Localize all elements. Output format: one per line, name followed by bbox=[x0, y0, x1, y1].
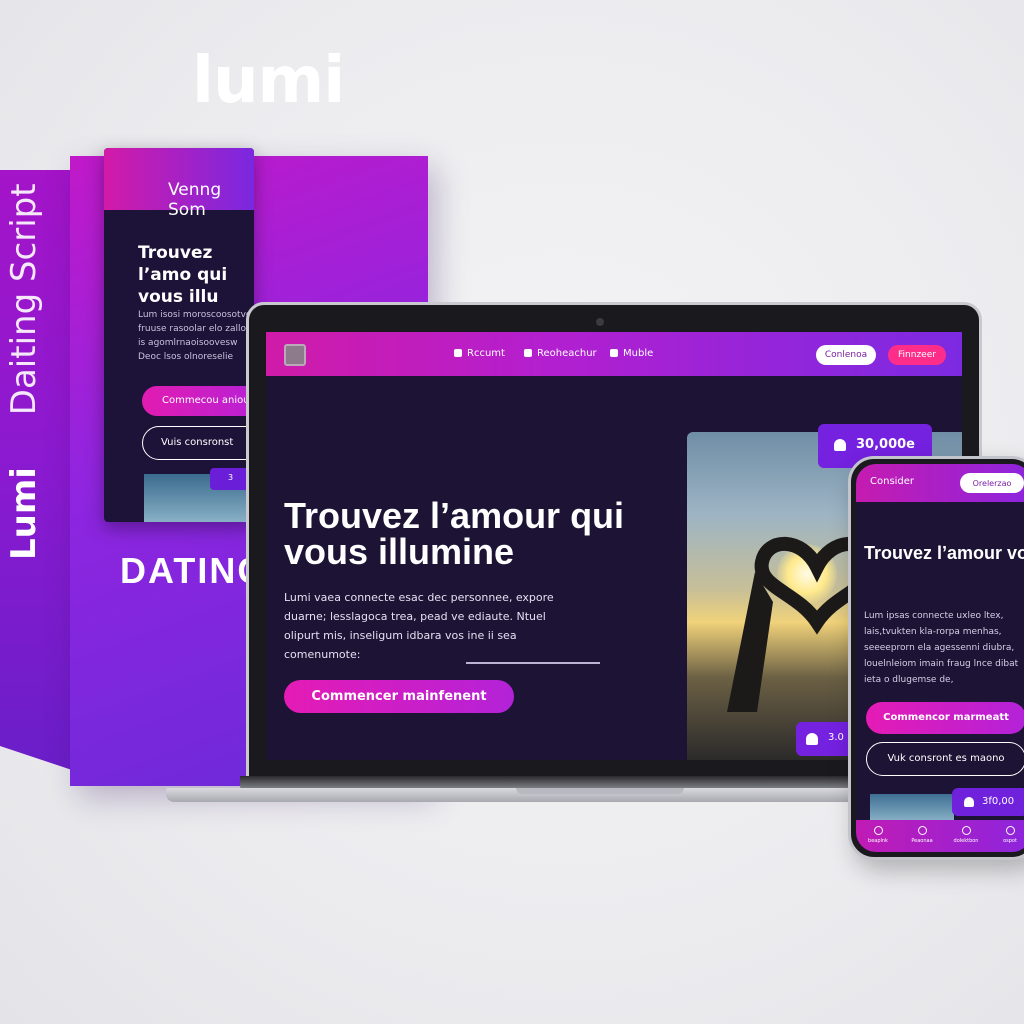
divider bbox=[466, 662, 600, 664]
tab-explore[interactable]: beaplnk bbox=[856, 826, 900, 844]
phone-tab-bar: beaplnk Peaonaa dolektbon ospot bbox=[856, 820, 1024, 852]
nav-item-search[interactable]: Reoheachur bbox=[524, 348, 597, 359]
chat-icon bbox=[454, 349, 462, 357]
user-icon bbox=[806, 733, 818, 745]
laptop-camera bbox=[596, 318, 604, 326]
profile-icon bbox=[1005, 826, 1015, 835]
box-screen-cta-secondary: Vuis consronst bbox=[142, 426, 254, 460]
mail-icon bbox=[610, 349, 618, 357]
chat-icon bbox=[961, 826, 971, 835]
nav-item-mobile[interactable]: Muble bbox=[610, 348, 653, 359]
box-logo: lumi bbox=[192, 44, 345, 118]
phone-header-label: Consider bbox=[870, 476, 915, 487]
site-logo-icon[interactable] bbox=[284, 344, 306, 366]
laptop-base bbox=[166, 788, 866, 802]
nav-item-account[interactable]: Rccumt bbox=[454, 348, 505, 359]
box-screen-title: Trouvez l’amo qui vous illu bbox=[138, 243, 228, 307]
box-screen-header: Venng Som bbox=[104, 148, 254, 220]
nav-signup-button[interactable]: Finnzeer bbox=[888, 345, 946, 365]
phone-hero-title: Trouvez l’amour vous illumina bbox=[864, 543, 1024, 563]
hero-description: Lumi vaea connecte esac dec personnee, e… bbox=[284, 591, 554, 661]
tab-people[interactable]: Peaonaa bbox=[900, 826, 944, 844]
box-spine-brand: Lumi bbox=[4, 467, 44, 560]
phone-secondary-button[interactable]: Vuk consront es maono bbox=[866, 742, 1024, 776]
search-icon bbox=[524, 349, 532, 357]
hero-cta-button[interactable]: Commencer mainfenent bbox=[284, 680, 514, 713]
box-screen-cta-primary: Commecou aniou bbox=[142, 386, 254, 416]
tab-profile[interactable]: ospot bbox=[988, 826, 1024, 844]
box-spine-text: Lumi Daiting Script bbox=[4, 140, 44, 560]
navbar: Rccumt Reoheachur Muble Conlenoa Finnzee… bbox=[266, 332, 962, 376]
box-screen-header-text: Venng Som bbox=[168, 180, 222, 220]
user-icon bbox=[834, 439, 846, 451]
box-screen-body: Lum isosi moroscoosotvo fruuse rasoolar … bbox=[138, 310, 252, 362]
user-icon bbox=[964, 797, 974, 807]
tab-chat[interactable]: dolektbon bbox=[944, 826, 988, 844]
box-screen: Venng Som Trouvez l’amo qui vous illu Lu… bbox=[104, 148, 254, 522]
stats-badge: 3.0 bbox=[796, 722, 856, 756]
explore-icon bbox=[873, 826, 883, 835]
phone-stats-chip: 3f0,00 bbox=[952, 788, 1024, 816]
phone-cta-button[interactable]: Commencor marmeatt bbox=[866, 702, 1024, 734]
phone-screen: Consider Orelerzao Trouvez l’amour vous … bbox=[856, 464, 1024, 852]
hero-title: Trouvez l’amour qui vous illumine bbox=[284, 495, 625, 572]
phone-header-button[interactable]: Orelerzao bbox=[960, 473, 1024, 493]
phone-hero-description: Lum ipsas connecte uxleo ltex, lais,tvuk… bbox=[864, 611, 1019, 685]
phone-header: Consider Orelerzao bbox=[856, 464, 1024, 502]
people-icon bbox=[917, 826, 927, 835]
box-spine-subtitle: Daiting Script bbox=[4, 183, 44, 416]
nav-login-button[interactable]: Conlenoa bbox=[816, 345, 876, 365]
